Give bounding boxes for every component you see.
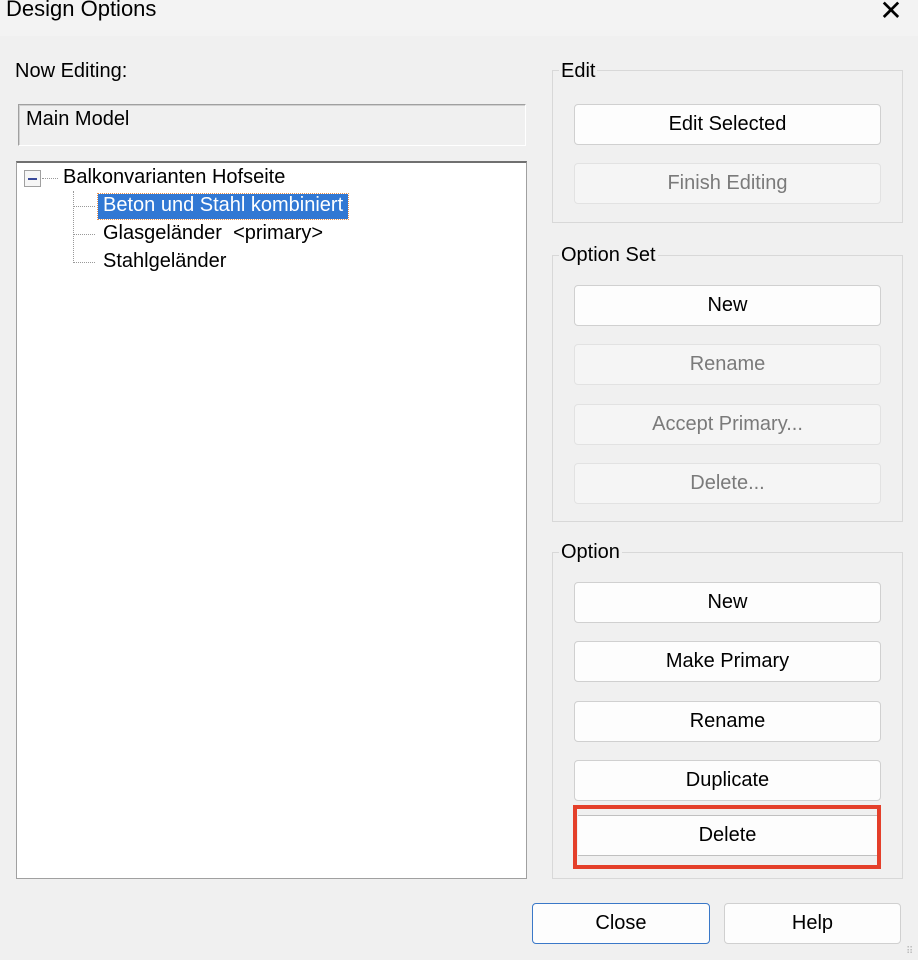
now-editing-value: Main Model — [26, 108, 130, 130]
close-button[interactable]: Close — [532, 903, 710, 944]
edit-selected-button[interactable]: Edit Selected — [574, 104, 881, 145]
option-new-button[interactable]: New — [574, 582, 881, 623]
make-primary-button[interactable]: Make Primary — [574, 641, 881, 682]
now-editing-label: Now Editing: — [15, 60, 128, 82]
finish-editing-button[interactable]: Finish Editing — [574, 163, 881, 204]
collapse-icon[interactable] — [24, 170, 41, 187]
option-group-title: Option — [559, 541, 622, 564]
accept-primary-button[interactable]: Accept Primary... — [574, 404, 881, 445]
tree-line — [73, 234, 95, 235]
window-title: Design Options — [6, 0, 157, 21]
duplicate-button[interactable]: Duplicate — [574, 760, 881, 801]
help-button[interactable]: Help — [724, 903, 901, 944]
now-editing-field: Main Model — [18, 104, 526, 146]
option-set-new-button[interactable]: New — [574, 285, 881, 326]
option-set-group-title: Option Set — [559, 244, 658, 267]
resize-grip-icon[interactable]: ⠿ — [906, 946, 918, 960]
tree-line — [73, 191, 74, 263]
tree-item-option[interactable]: Glasgeländer <primary> — [103, 222, 323, 245]
option-set-delete-button[interactable]: Delete... — [574, 463, 881, 504]
tree-root-option-set[interactable]: Balkonvarianten Hofseite — [63, 166, 285, 189]
edit-group-title: Edit — [559, 60, 598, 83]
close-icon[interactable]: ✕ — [876, 0, 906, 28]
tree-item-option[interactable]: Stahlgeländer — [103, 250, 226, 273]
design-options-tree[interactable]: Balkonvarianten Hofseite Beton und Stahl… — [16, 161, 527, 879]
tree-item-option[interactable]: Beton und Stahl kombiniert — [96, 193, 350, 220]
tree-line — [42, 178, 58, 179]
option-rename-button[interactable]: Rename — [574, 701, 881, 742]
highlight-box — [573, 805, 881, 869]
tree-line — [73, 206, 95, 207]
tree-line — [73, 262, 95, 263]
option-set-rename-button[interactable]: Rename — [574, 344, 881, 385]
